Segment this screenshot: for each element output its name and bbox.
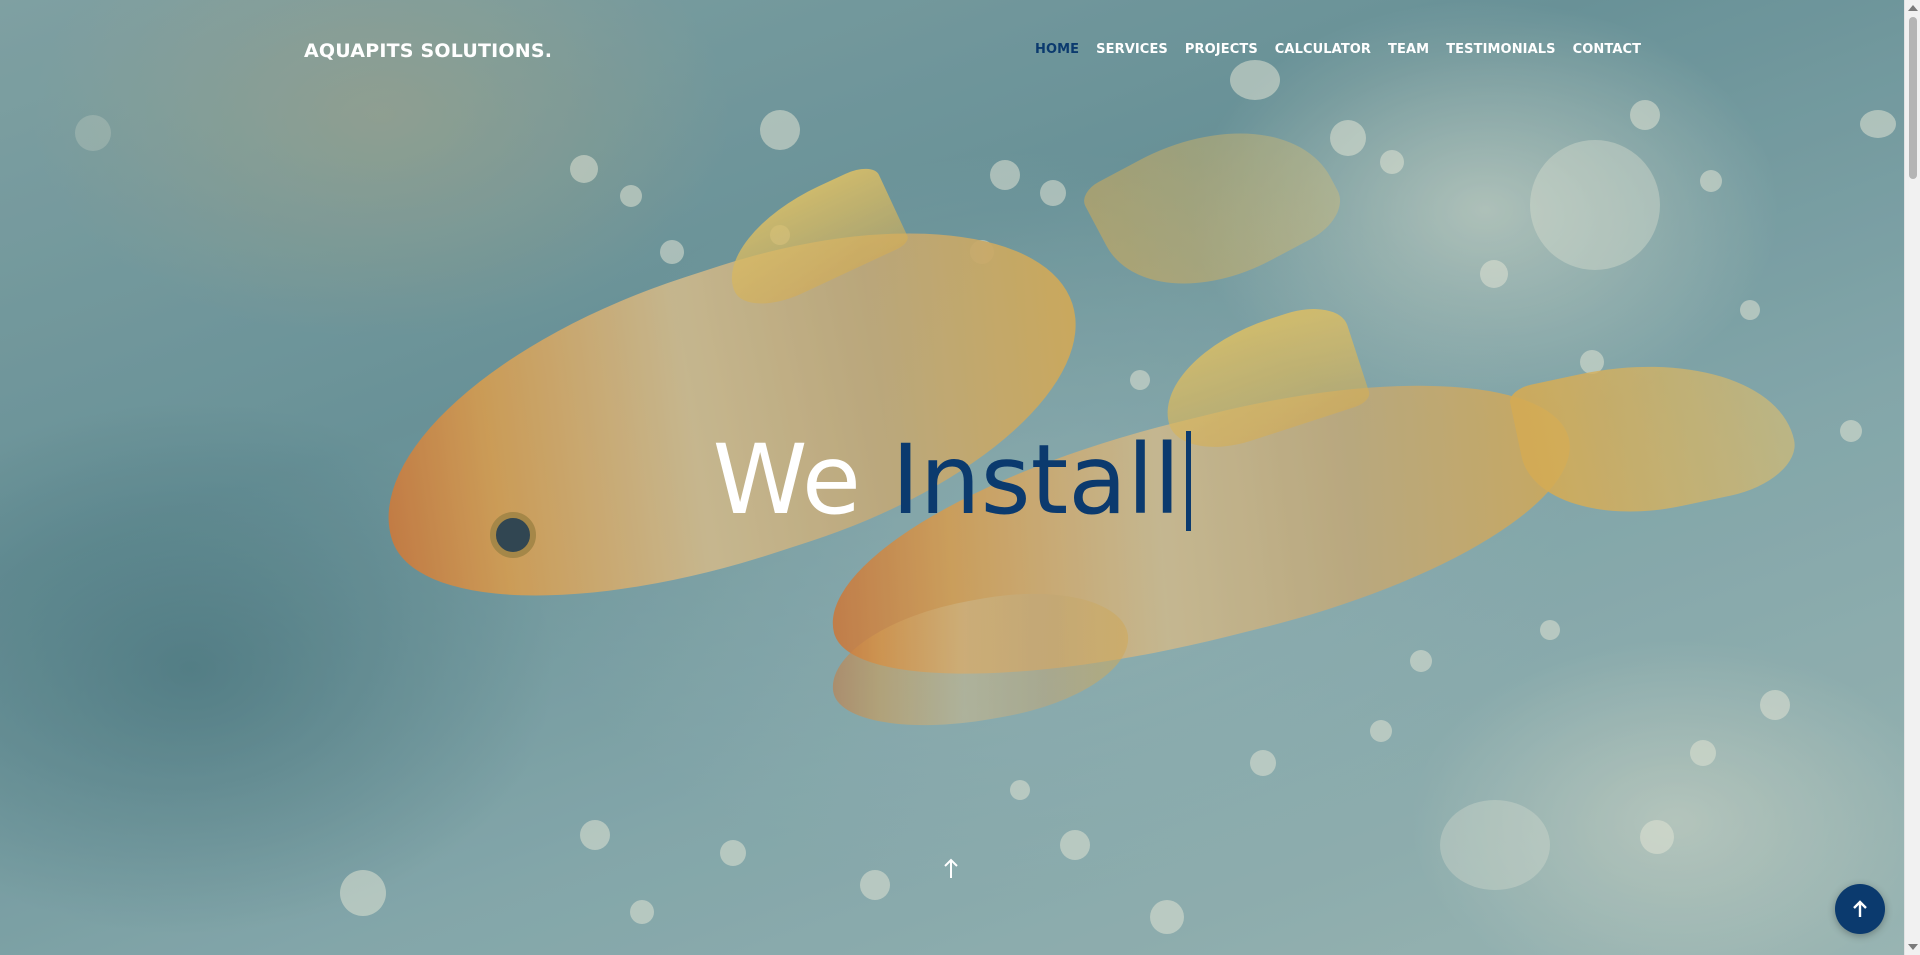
- scroll-down-icon[interactable]: [1908, 944, 1918, 950]
- arrow-up-icon: [1853, 900, 1867, 917]
- nav-home[interactable]: HOME: [1035, 42, 1079, 57]
- nav-contact[interactable]: CONTACT: [1573, 42, 1642, 57]
- nav-projects[interactable]: PROJECTS: [1185, 42, 1258, 57]
- nav-testimonials[interactable]: TESTIMONIALS: [1446, 42, 1555, 57]
- scrollbar-thumb[interactable]: [1909, 17, 1917, 179]
- back-to-top-button[interactable]: [1835, 884, 1885, 934]
- hero-headline: We Install: [0, 425, 1904, 535]
- nav-calculator[interactable]: CALCULATOR: [1275, 42, 1371, 57]
- site-logo[interactable]: AQUAPITS SOLUTIONS.: [304, 40, 552, 62]
- scroll-up-icon[interactable]: [1908, 5, 1918, 11]
- arrow-up-icon[interactable]: [943, 856, 959, 887]
- typing-cursor: [1186, 431, 1192, 531]
- hero-typed-text: Install: [891, 424, 1181, 536]
- main-nav: HOME SERVICES PROJECTS CALCULATOR TEAM T…: [1035, 42, 1658, 57]
- nav-services[interactable]: SERVICES: [1096, 42, 1168, 57]
- page-scrollbar[interactable]: [1904, 0, 1920, 955]
- navbar: AQUAPITS SOLUTIONS. HOME SERVICES PROJEC…: [0, 0, 1904, 100]
- hero-static-text: We: [712, 424, 861, 536]
- nav-team[interactable]: TEAM: [1388, 42, 1429, 57]
